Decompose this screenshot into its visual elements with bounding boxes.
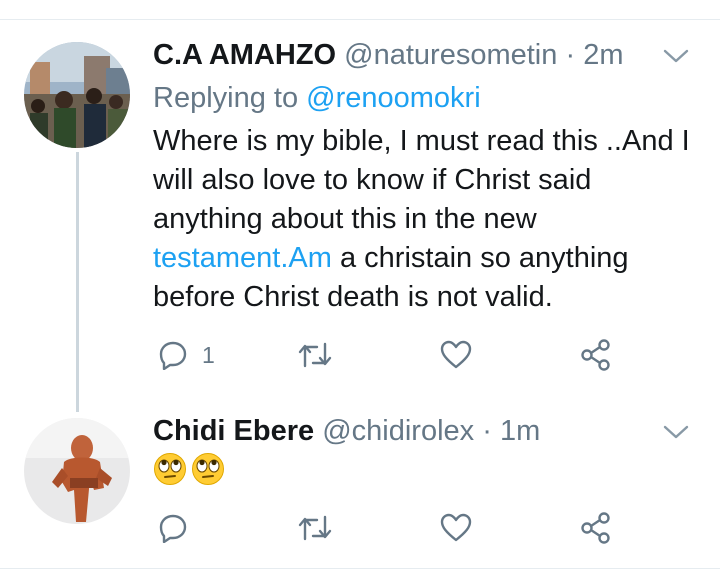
tweet-2-text [153, 452, 225, 486]
retweet-button[interactable] [297, 512, 333, 544]
thread-connector-line [76, 152, 79, 412]
face-with-rolling-eyes-emoji [192, 453, 224, 485]
avatar-ca-amahzo[interactable] [24, 42, 130, 148]
tweet-text-link[interactable]: testament.Am [153, 242, 332, 274]
tweet-2-header: Chidi Ebere @chidirolex · 1m [153, 414, 540, 448]
top-divider [0, 19, 720, 20]
reply-button[interactable] [158, 512, 188, 544]
separator-dot: · [565, 39, 576, 71]
replying-to: Replying to @renoomokri [153, 80, 481, 116]
retweet-icon [298, 342, 332, 368]
chevron-down-icon[interactable] [662, 422, 690, 442]
replying-to-label: Replying to [153, 82, 299, 114]
display-name[interactable]: Chidi Ebere [153, 415, 314, 447]
retweet-button[interactable] [297, 339, 333, 371]
timestamp[interactable]: 1m [500, 415, 540, 447]
share-icon [581, 512, 610, 544]
user-handle[interactable]: @chidirolex [322, 415, 474, 447]
reply-icon [159, 341, 187, 370]
face-with-rolling-eyes-emoji [154, 453, 186, 485]
tweet-text-line: anything about this in the new [153, 203, 537, 235]
reply-icon [159, 514, 187, 543]
timestamp[interactable]: 2m [583, 39, 623, 71]
tweet-text-line: will also love to know if Christ said [153, 164, 592, 196]
tweet-1-header: C.A AMAHZO @naturesometin · 2m [153, 38, 623, 72]
reply-count: 1 [202, 341, 215, 368]
share-button[interactable] [581, 512, 611, 544]
retweet-icon [298, 515, 332, 541]
tweet-1-text: Where is my bible, I must read this ..An… [153, 122, 708, 317]
user-handle[interactable]: @naturesometin [344, 39, 557, 71]
bottom-divider [0, 568, 720, 569]
tweet-text-line: before Christ death is not valid. [153, 281, 553, 313]
tweet-text-line: testament.Am a christain so anything [153, 239, 708, 278]
avatar-chidi-ebere[interactable] [24, 418, 130, 524]
reply-button[interactable]: 1 [158, 339, 215, 371]
like-button[interactable] [440, 512, 472, 544]
replying-to-mention[interactable]: @renoomokri [306, 82, 481, 114]
share-button[interactable] [581, 339, 611, 371]
tweet-text-after-link: a christain so anything [339, 242, 629, 274]
like-icon [440, 513, 472, 542]
tweet-text-line: Where is my bible, I must read this ..An… [153, 125, 690, 157]
separator-dot: · [482, 415, 492, 447]
display-name[interactable]: C.A AMAHZO [153, 39, 336, 71]
chevron-down-icon[interactable] [662, 46, 690, 66]
share-icon [581, 339, 610, 371]
like-button[interactable] [440, 339, 472, 371]
like-icon [440, 340, 472, 369]
